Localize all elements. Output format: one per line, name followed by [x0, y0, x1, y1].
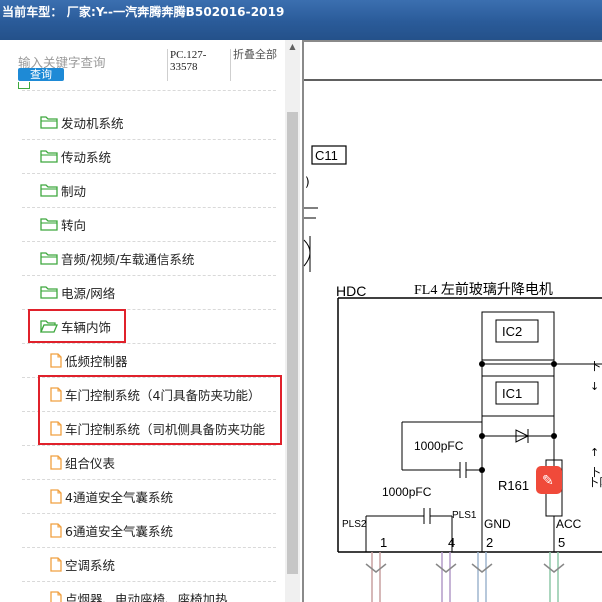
file-icon: [50, 488, 62, 504]
wiring-diagram: C11 ) HDC FL4 左前玻璃升降电机 IC2 IC1 1000pFC 1…: [303, 42, 602, 602]
tree-scrollbar[interactable]: ▲: [285, 40, 300, 602]
tree-file-item[interactable]: 点烟器、电动座椅、座椅加热: [50, 581, 228, 602]
ic1-label: IC1: [502, 386, 522, 401]
pin-name-3: GND: [484, 517, 511, 531]
highlight-box: [28, 309, 126, 343]
resistor-label: R161: [498, 478, 529, 493]
search-button[interactable]: 查询: [18, 68, 64, 81]
capacitor-label-1: 1000pFC: [414, 439, 464, 453]
folder-icon: [18, 82, 30, 89]
highlight-box: [38, 375, 282, 445]
tree-item-label: 6通道安全气囊系统: [65, 523, 173, 539]
folder-icon: [40, 251, 58, 265]
tree-separator: [22, 90, 276, 91]
category-tree: 发动机系统 传动系统 制动 转向 音频/视频/车载通信系统 电源/网络 车辆内饰 低频控制器车…: [0, 82, 284, 602]
tree-folder-item[interactable]: 发动机系统: [40, 105, 124, 139]
scroll-up-icon[interactable]: ▲: [285, 40, 300, 54]
pin-number-4: 5: [558, 535, 565, 550]
tree-item-label: 组合仪表: [65, 455, 116, 471]
tree-folder-item[interactable]: 转向: [40, 207, 86, 241]
pin-number-3: 2: [486, 535, 493, 550]
connector-label: C11: [315, 148, 338, 163]
title-bar: 当前车型： 厂家:Y--一汽奔腾奔腾B502016-2019: [0, 0, 602, 40]
diagram-viewer[interactable]: C11 ) HDC FL4 左前玻璃升降电机 IC2 IC1 1000pFC 1…: [302, 40, 602, 602]
tree-panel: 输入关键字查询 查询 PC.127-33578 折叠全部 发动机系统传动系统制动…: [0, 40, 300, 602]
search-bar: 输入关键字查询 查询 PC.127-33578 折叠全部: [0, 40, 284, 92]
tree-item-label: 低频控制器: [65, 353, 128, 369]
pc-code-label: PC.127-33578: [167, 49, 226, 81]
tree-item-label: 转向: [61, 217, 87, 233]
tree-file-item[interactable]: 4通道安全气囊系统: [50, 479, 173, 513]
tree-item-label: 音频/视频/车载通信系统: [61, 251, 195, 267]
folder-icon: [40, 115, 58, 129]
module-label: HDC: [336, 283, 366, 299]
side-label-3: 卜阝: [588, 476, 602, 489]
tree-folder-item[interactable]: 制动: [40, 173, 86, 207]
tree-file-item[interactable]: 空调系统: [50, 547, 115, 581]
tree-file-item[interactable]: 6通道安全气囊系统: [50, 513, 173, 547]
svg-text:↑: ↑: [590, 446, 599, 459]
tree-item-label: 点烟器、电动座椅、座椅加热: [65, 591, 228, 602]
tree-folder-item[interactable]: 音频/视频/车载通信系统: [40, 241, 194, 275]
folder-icon: [40, 285, 58, 299]
svg-text:✎: ✎: [542, 473, 554, 489]
motor-label: FL4 左前玻璃升降电机: [414, 281, 553, 298]
tree-item-label: 传动系统: [61, 149, 112, 165]
tree-item-label: 空调系统: [65, 557, 116, 573]
tree-file-item[interactable]: 低频控制器: [50, 343, 128, 377]
folder-icon: [40, 217, 58, 231]
tree-item-label: 发动机系统: [61, 115, 124, 131]
tree-file-item[interactable]: 组合仪表: [50, 445, 115, 479]
tree-item-label: 电源/网络: [61, 285, 116, 301]
file-icon: [50, 454, 62, 470]
svg-text:): ): [305, 175, 310, 189]
tree-item-label: 制动: [61, 183, 87, 199]
file-icon: [50, 522, 62, 538]
pin-name-4: ACC: [556, 517, 582, 531]
ic2-label: IC2: [502, 324, 522, 339]
tree-folder-item[interactable]: 传动系统: [40, 139, 111, 173]
tree-folder-item[interactable]: 电源/网络: [40, 275, 115, 309]
pin-number-2: 4: [448, 535, 455, 550]
tree-item-label: 4通道安全气囊系统: [65, 489, 173, 505]
folder-icon: [40, 149, 58, 163]
file-icon: [50, 590, 62, 602]
svg-text:↓: ↓: [590, 380, 599, 393]
folder-icon: [40, 183, 58, 197]
window-title: 当前车型： 厂家:Y--一汽奔腾奔腾B502016-2019: [2, 5, 285, 19]
scrollbar-thumb[interactable]: [287, 112, 298, 574]
side-label-1: 卜: [590, 360, 601, 373]
file-icon: [50, 352, 62, 368]
file-icon: [50, 556, 62, 572]
pin-name-1: PLS2: [342, 519, 367, 530]
pin-number-1: 1: [380, 535, 387, 550]
collapse-all-button[interactable]: 折叠全部: [230, 49, 277, 81]
pin-name-2: PLS1: [452, 510, 477, 521]
capacitor-label-2: 1000pFC: [382, 485, 432, 499]
